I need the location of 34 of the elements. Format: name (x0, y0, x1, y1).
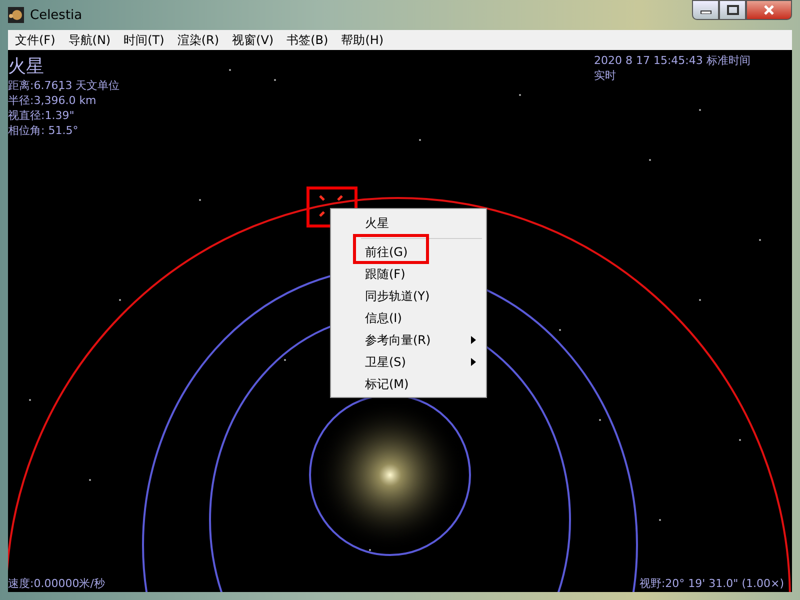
menu-item[interactable]: 导航(N) (68, 32, 111, 48)
object-info: 距离:6.7613 天文单位 (8, 78, 120, 93)
field-of-view-readout: 视野:20° 19' 31.0" (1.00×) (639, 576, 784, 591)
menu-item[interactable]: 信息(I) (333, 307, 484, 329)
menu-item[interactable]: 标记(M) (333, 373, 484, 395)
minimize-button[interactable] (692, 0, 719, 20)
menu-item[interactable]: 渲染(R) (177, 32, 220, 48)
menu-item[interactable]: 参考向量(R) (333, 329, 484, 351)
submenu-arrow-icon (471, 358, 476, 366)
menu-item[interactable]: 卫星(S) (333, 351, 484, 373)
menu-item[interactable]: 文件(F) (15, 32, 56, 48)
maximize-button[interactable] (719, 0, 746, 20)
object-info: 相位角: 51.5° (8, 123, 80, 138)
menu-item[interactable]: 视窗(V) (232, 32, 274, 48)
menu-item[interactable]: 帮助(H) (341, 32, 384, 48)
menu-item[interactable]: 跟随(F) (333, 263, 484, 285)
object-name: 火星 (8, 56, 45, 78)
menu-item[interactable]: 前往(G) (333, 241, 484, 263)
planet-icon (8, 7, 24, 23)
time-mode: 实时 (594, 68, 617, 83)
date-time: 2020 8 17 15:45:43 标准时间 (594, 53, 750, 68)
maximize-icon (726, 5, 738, 15)
selection-marker-icon (318, 194, 344, 218)
menu-item[interactable]: 时间(T) (124, 32, 164, 48)
speed-readout: 速度:0.00000米/秒 (8, 576, 105, 591)
object-info: 半径:3,396.0 km (8, 93, 98, 108)
close-button[interactable] (746, 0, 792, 20)
menu-item[interactable]: 书签(B) (286, 32, 328, 48)
submenu-arrow-icon (471, 336, 476, 344)
close-icon (763, 5, 775, 15)
menu-title: 火星 (364, 215, 390, 232)
window-title: Celestia (30, 8, 82, 22)
menu-item[interactable]: 同步轨道(Y) (333, 285, 484, 307)
object-info: 视直径:1.39" (8, 108, 76, 123)
